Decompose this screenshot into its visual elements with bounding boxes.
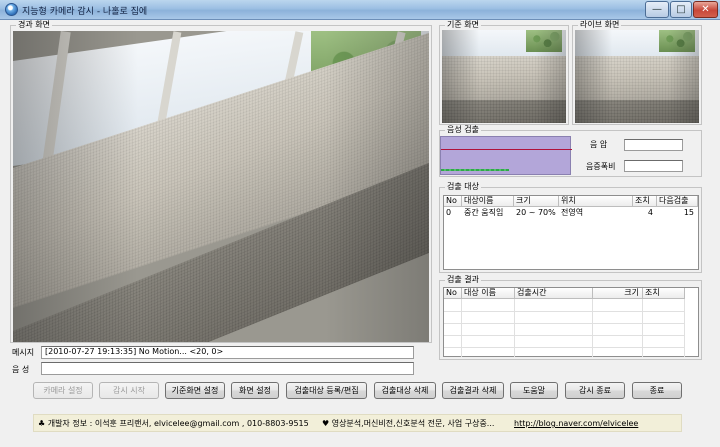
cell-no: 0: [446, 208, 452, 217]
live-view-label: 라이브 화면: [578, 20, 622, 30]
results-table[interactable]: No 대상 이름 검출시간 크기 조치: [443, 287, 699, 357]
message-label: 메시지: [12, 348, 35, 357]
developer-info: ♣ 개발자 정보 : 이석훈 프리랜서, elvicelee@gmail.com…: [38, 419, 309, 428]
minimize-button[interactable]: —: [645, 1, 669, 18]
table-row[interactable]: 0 중간 움직임 20 ~ 70% 전영역 4 15: [444, 207, 698, 218]
targets-col-next[interactable]: 다음검출: [657, 196, 698, 207]
pressure-field[interactable]: [624, 139, 683, 151]
window-title: 지능형 카메라 감시 - 나홀로 집에: [22, 7, 148, 17]
results-col-name[interactable]: 대상 이름: [462, 288, 515, 299]
set-reference-button[interactable]: 기준화면 설정: [165, 382, 225, 399]
stop-monitor-button[interactable]: 감시 종료: [565, 382, 625, 399]
register-target-button[interactable]: 검출대상 등록/편집: [286, 382, 367, 399]
voice-label: 음 성: [12, 365, 30, 374]
targets-col-name[interactable]: 대상이름: [462, 196, 514, 207]
live-camera-view: [575, 30, 699, 123]
reference-view-label: 기준 화면: [445, 20, 481, 30]
cell-name: 중간 움직임: [464, 208, 504, 217]
developer-info-bar: ♣ 개발자 정보 : 이석훈 프리랜서, elvicelee@gmail.com…: [33, 414, 682, 432]
targets-col-action[interactable]: 조치: [633, 196, 657, 207]
cell-action: 4: [647, 208, 653, 217]
message-field[interactable]: [2010-07-27 19:13:35] No Motion... <20, …: [41, 346, 414, 359]
cell-position: 전영역: [561, 208, 584, 217]
ratio-field[interactable]: [624, 160, 683, 172]
result-camera-view: [13, 31, 429, 342]
specialty-info: ♥ 영상분석,머신비전,신호분석 전문, 사업 구상중...: [322, 419, 495, 428]
audio-detect-label: 음성 검출: [445, 125, 481, 135]
maximize-button[interactable]: □: [670, 1, 692, 18]
reference-camera-view: [442, 30, 566, 123]
result-view-label: 경과 화면: [16, 20, 52, 30]
app-icon: [5, 3, 18, 16]
results-col-time[interactable]: 검출시간: [515, 288, 593, 299]
targets-col-no[interactable]: No: [444, 196, 462, 207]
targets-col-position[interactable]: 위치: [559, 196, 633, 207]
detect-results-label: 검출 결과: [445, 275, 481, 285]
cell-next: 15: [683, 208, 694, 217]
screen-settings-button[interactable]: 화면 설정: [231, 382, 279, 399]
exit-button[interactable]: 종료: [632, 382, 682, 399]
audio-threshold-line: [441, 149, 572, 150]
blog-link[interactable]: http://blog.naver.com/elvicelee: [514, 419, 638, 429]
results-col-action[interactable]: 조치: [643, 288, 685, 299]
results-col-size[interactable]: 크기: [593, 288, 643, 299]
targets-table-header: No 대상이름 크기 위치 조치 다음검출: [444, 196, 698, 207]
voice-field[interactable]: [41, 362, 414, 375]
close-button[interactable]: ✕: [693, 1, 718, 18]
delete-target-button[interactable]: 검출대상 삭제: [374, 382, 436, 399]
targets-table[interactable]: No 대상이름 크기 위치 조치 다음검출 0 중간 움직임 20 ~ 70% …: [443, 195, 699, 270]
detect-targets-label: 검출 대상: [445, 182, 481, 192]
help-button[interactable]: 도움말: [510, 382, 558, 399]
camera-settings-button[interactable]: 카메라 설정: [33, 382, 93, 399]
audio-level-trace: [441, 169, 509, 171]
pressure-label: 음 압: [590, 140, 608, 149]
targets-col-size[interactable]: 크기: [514, 196, 559, 207]
cell-size: 20 ~ 70%: [516, 208, 556, 217]
start-monitor-button[interactable]: 감시 시작: [99, 382, 159, 399]
audio-waveform: [440, 136, 572, 175]
delete-results-button[interactable]: 검출결과 삭제: [442, 382, 504, 399]
results-col-no[interactable]: No: [444, 288, 462, 299]
title-bar[interactable]: 지능형 카메라 감시 - 나홀로 집에 — □ ✕: [0, 0, 720, 20]
ratio-label: 음증폭비: [586, 162, 616, 171]
results-table-header: No 대상 이름 검출시간 크기 조치: [444, 288, 685, 299]
